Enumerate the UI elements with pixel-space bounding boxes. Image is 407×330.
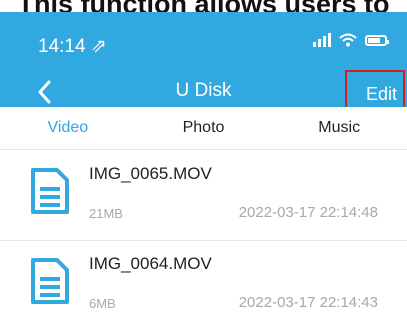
status-icons (313, 33, 389, 47)
tab-video[interactable]: Video (0, 107, 136, 149)
wifi-icon (339, 33, 357, 47)
file-row[interactable]: IMG_0064.MOV 6MB 2022-03-17 22:14:43 (0, 240, 407, 330)
edit-button-label: Edit (365, 84, 397, 104)
status-time: 14:14 ⇗ (38, 36, 107, 57)
document-icon (31, 168, 69, 214)
file-row[interactable]: IMG_0065.MOV 21MB 2022-03-17 22:14:48 (0, 150, 407, 240)
file-size: 6MB (89, 296, 116, 311)
battery-icon (365, 34, 389, 46)
document-icon (31, 258, 69, 304)
tab-photo[interactable]: Photo (136, 107, 272, 149)
file-name: IMG_0065.MOV (89, 164, 212, 183)
file-date: 2022-03-17 22:14:43 (238, 294, 378, 311)
file-name: IMG_0064.MOV (89, 254, 212, 273)
signal-icon (313, 33, 331, 47)
file-date: 2022-03-17 22:14:48 (238, 204, 378, 221)
file-size: 21MB (89, 206, 123, 221)
tab-bar: Video Photo Music (0, 107, 407, 150)
tab-music[interactable]: Music (271, 107, 407, 149)
